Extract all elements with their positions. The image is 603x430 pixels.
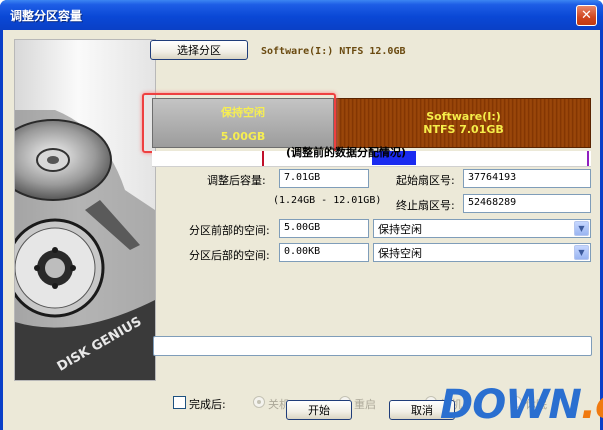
space-after-label: 分区后部的空间: — [189, 249, 270, 262]
adjust-partition-dialog: 调整分区容量 ✕ DISK GENIUS 选择分区 Software(I:) N… — [0, 0, 603, 430]
close-button[interactable]: ✕ — [576, 5, 597, 26]
on-complete-checkbox[interactable] — [173, 396, 186, 409]
dialog-body: DISK GENIUS 选择分区 Software(I:) NTFS 12.0G… — [3, 30, 600, 430]
size-after-label: 调整后容量: — [207, 174, 266, 187]
select-partition-button[interactable]: 选择分区 — [150, 40, 248, 60]
select-partition-label: 选择分区 — [177, 44, 221, 57]
down-cc-watermark: DOWN.cc — [440, 380, 603, 430]
watermark-main: DOWN — [440, 382, 582, 428]
distribution-caption: (调整前的数据分配情况) — [286, 146, 407, 159]
chevron-down-icon[interactable]: ▼ — [574, 245, 589, 260]
cancel-button-label: 取消 — [411, 404, 433, 417]
progress-bar — [153, 336, 592, 356]
partition-info: Software(I:) NTFS 12.0GB — [261, 46, 406, 57]
start-sector-label: 起始扇区号: — [396, 174, 455, 187]
space-before-input[interactable]: 5.00GB — [279, 219, 369, 238]
software-partition-segment[interactable]: Software(I:) NTFS 7.01GB — [336, 98, 591, 148]
chevron-down-icon[interactable]: ▼ — [574, 221, 589, 236]
size-after-input[interactable]: 7.01GB — [279, 169, 369, 188]
space-after-action-value: 保持空闲 — [378, 247, 422, 260]
radio-shutdown[interactable] — [253, 396, 265, 408]
watermark-suffix: .cc — [580, 382, 603, 428]
window-title: 调整分区容量 — [10, 9, 83, 23]
start-sector-input[interactable]: 37764193 — [463, 169, 591, 188]
space-before-action-value: 保持空闲 — [378, 223, 422, 236]
title-bar[interactable]: 调整分区容量 ✕ — [0, 0, 603, 30]
space-after-input[interactable]: 0.00KB — [279, 243, 369, 262]
space-before-action-select[interactable]: 保持空闲 ▼ — [373, 219, 591, 238]
purple-end-marker — [587, 151, 589, 166]
space-after-action-select[interactable]: 保持空闲 ▼ — [373, 243, 591, 262]
size-range-hint: (1.24GB - 12.01GB) — [273, 195, 382, 206]
end-sector-input[interactable]: 52468289 — [463, 194, 591, 213]
start-button-label: 开始 — [308, 404, 330, 417]
software-partition-label: Software(I:) — [426, 110, 501, 123]
disk-genius-side-image: DISK GENIUS — [14, 39, 156, 381]
start-button[interactable]: 开始 — [286, 400, 352, 420]
radio-restart-label: 重启 — [354, 398, 376, 411]
hard-disk-illustration: DISK GENIUS — [15, 110, 155, 380]
software-partition-detail: NTFS 7.01GB — [423, 123, 504, 136]
red-boundary-marker — [262, 151, 264, 166]
on-complete-label: 完成后: — [189, 398, 226, 411]
space-before-label: 分区前部的空间: — [189, 224, 270, 237]
end-sector-label: 终止扇区号: — [396, 199, 455, 212]
